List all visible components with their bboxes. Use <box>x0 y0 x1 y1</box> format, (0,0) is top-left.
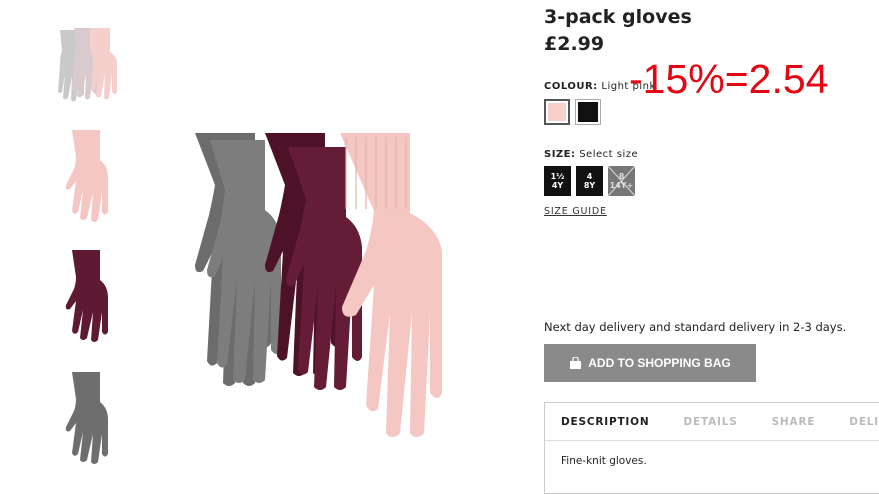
size-option-4-8y[interactable]: 4 8Y <box>576 166 603 196</box>
size-label: SIZE: <box>544 149 576 160</box>
product-info-panel: 3-pack gloves £2.99 COLOUR: Light pink -… <box>544 0 879 494</box>
size-line2: 8Y <box>583 181 596 190</box>
colour-swatches <box>544 99 601 125</box>
size-row: SIZE: Select size <box>544 149 638 160</box>
size-line2: 4Y <box>551 181 564 190</box>
product-tabs-panel: DESCRIPTION DETAILS SHARE DELIVE Fine-kn… <box>544 402 879 494</box>
shopping-bag-icon <box>570 357 582 369</box>
colour-label: COLOUR: <box>544 81 598 92</box>
thumbnail-3-pack[interactable] <box>50 18 130 108</box>
size-option-1-4y[interactable]: 1½ 4Y <box>544 166 571 196</box>
product-title: 3-pack gloves <box>544 6 692 28</box>
tab-details[interactable]: DETAILS <box>649 403 737 440</box>
swatch-light-pink[interactable] <box>544 99 570 125</box>
delivery-info: Next day delivery and standard delivery … <box>544 320 847 334</box>
size-guide-link[interactable]: SIZE GUIDE <box>544 206 607 217</box>
tab-description[interactable]: DESCRIPTION <box>545 403 649 440</box>
size-option-8-14y[interactable]: 8 14Y+ <box>608 166 635 196</box>
thumbnail-pink[interactable] <box>50 128 130 222</box>
description-text: Fine-knit gloves. <box>561 455 647 467</box>
unavailable-cross-icon <box>608 166 635 196</box>
thumbnail-burgundy[interactable] <box>50 248 130 342</box>
tab-share[interactable]: SHARE <box>738 403 816 440</box>
size-line1: 1½ <box>550 172 565 181</box>
product-main-image[interactable] <box>150 125 520 455</box>
size-options: 1½ 4Y 4 8Y 8 14Y+ <box>544 166 635 196</box>
price-annotation: -15%=2.54 <box>629 56 829 102</box>
add-to-bag-button[interactable]: ADD TO SHOPPING BAG <box>544 344 756 382</box>
size-line1: 4 <box>586 172 593 181</box>
product-price: £2.99 <box>544 33 605 55</box>
thumbnail-grey[interactable] <box>50 370 130 464</box>
tab-delivery[interactable]: DELIVE <box>815 403 879 440</box>
size-value: Select size <box>579 149 639 160</box>
swatch-black[interactable] <box>575 99 601 125</box>
tab-bar: DESCRIPTION DETAILS SHARE DELIVE <box>545 403 879 441</box>
add-to-bag-label: ADD TO SHOPPING BAG <box>588 356 731 370</box>
